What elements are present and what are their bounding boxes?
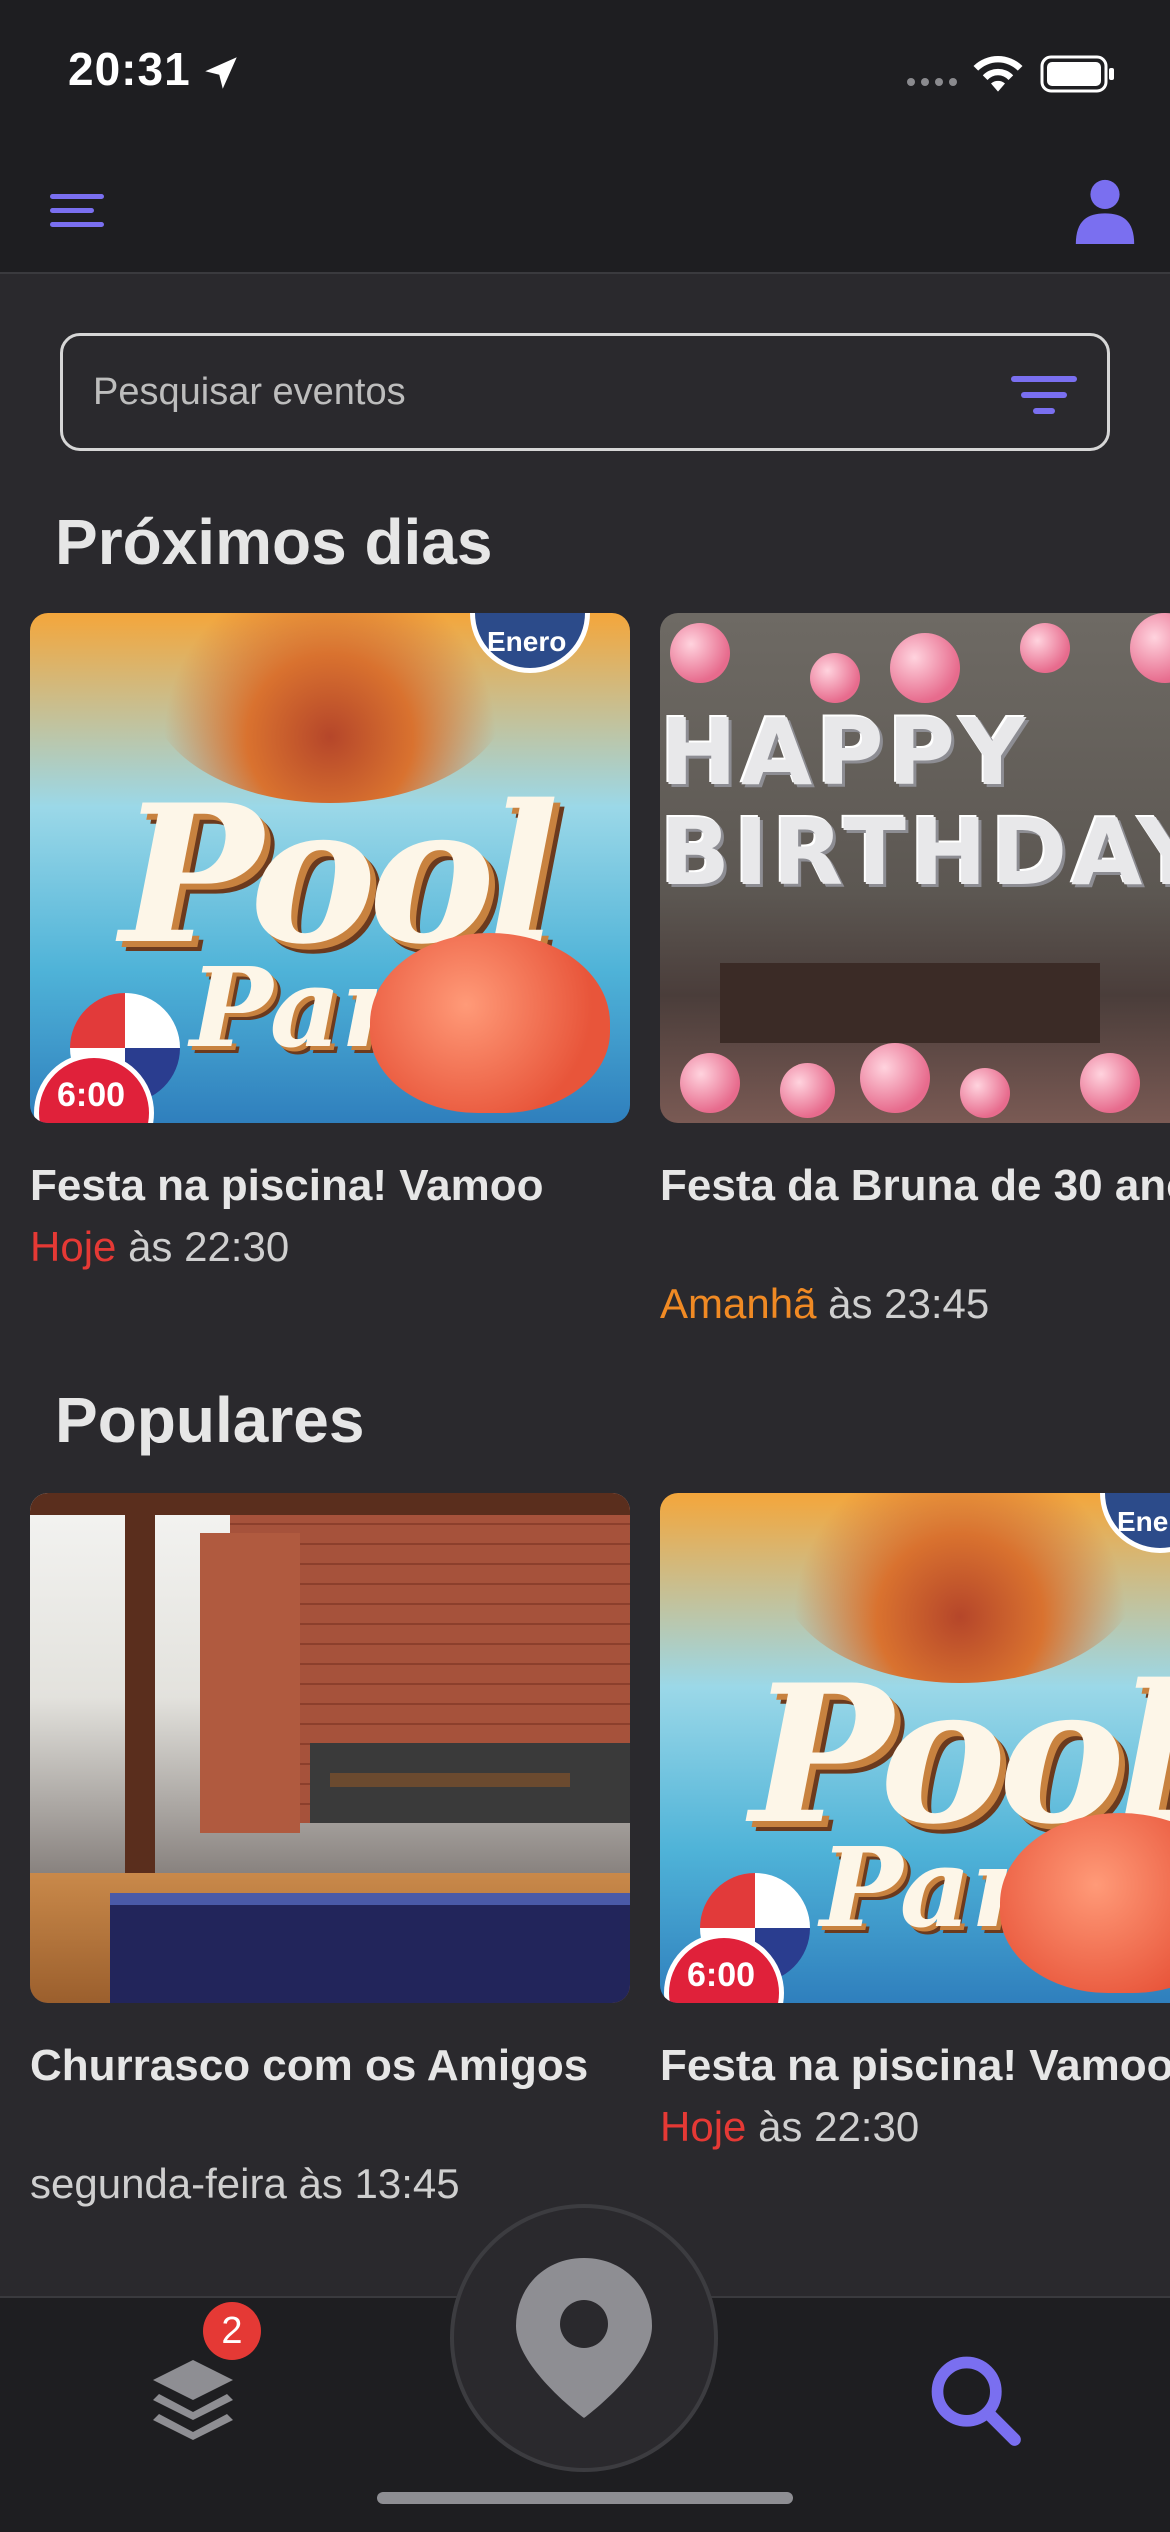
section-title-upcoming: Próximos dias (55, 506, 493, 578)
event-image: Enero Pool Party 6:00 (660, 1493, 1170, 2003)
notification-badge: 2 (203, 2302, 261, 2360)
menu-icon[interactable] (50, 186, 106, 236)
event-title: Festa da Bruna de 30 anos (660, 1161, 1170, 1210)
home-indicator (377, 2492, 793, 2504)
search-bar (60, 333, 1110, 451)
event-date: Amanhã às 23:45 (660, 1280, 990, 1327)
status-bar: 20:31 (0, 0, 1170, 150)
wifi-icon (973, 55, 1023, 92)
section-title-popular: Populares (55, 1384, 365, 1456)
event-title: Festa na piscina! Vamoo (30, 1161, 544, 1210)
event-image: HAPPY BIRTHDAY (660, 613, 1170, 1123)
map-button[interactable] (450, 2204, 718, 2472)
event-title: Churrasco com os Amigos (30, 2041, 589, 2090)
event-date: segunda-feira às 13:45 (30, 2160, 460, 2207)
event-date: Hoje às 22:30 (30, 1223, 290, 1270)
event-date: Hoje às 22:30 (660, 2103, 920, 2150)
event-title: Festa na piscina! Vamoo (660, 2041, 1170, 2090)
map-pin-icon (516, 2258, 652, 2418)
signal-icon (907, 78, 957, 86)
search-icon[interactable] (925, 2350, 1025, 2450)
battery-icon (1040, 55, 1114, 93)
filter-icon[interactable] (1011, 376, 1077, 416)
search-input[interactable] (93, 336, 993, 448)
layers-icon[interactable] (145, 2350, 241, 2450)
app-bar (0, 150, 1170, 274)
status-time: 20:31 (68, 43, 191, 95)
event-image (30, 1493, 630, 2003)
screen: 20:31 Pesquisar eventos Próximos dias En… (0, 0, 1170, 2532)
event-image: Enero Pool Party 6:00 (30, 613, 630, 1123)
user-profile-icon[interactable] (1070, 172, 1140, 246)
location-arrow-icon (205, 57, 237, 89)
